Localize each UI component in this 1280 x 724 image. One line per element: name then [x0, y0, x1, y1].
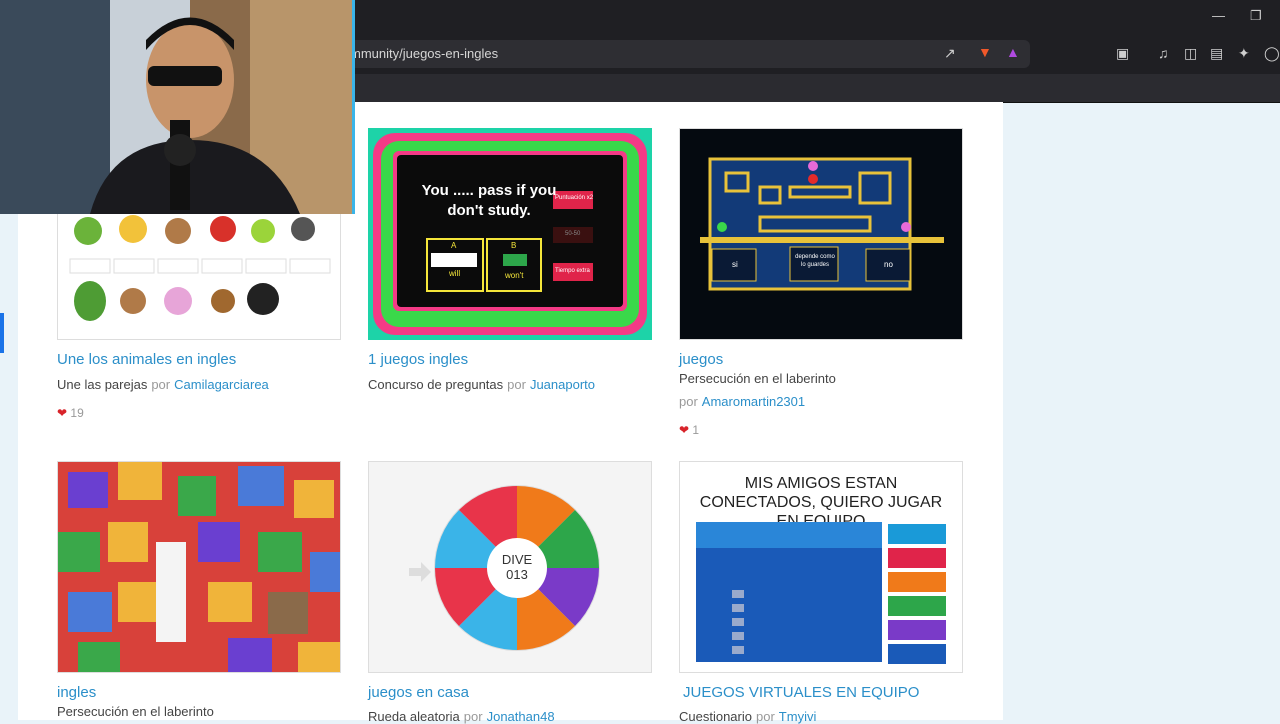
option-a-text: will	[449, 269, 461, 278]
share-icon[interactable]: ↗	[944, 45, 956, 62]
restore-icon[interactable]: ❐	[1250, 8, 1262, 24]
card-template: Une las parejas	[57, 377, 148, 392]
by-label: por	[679, 394, 698, 409]
card-subtitle: Cuestionario por Tmyivi	[679, 709, 816, 724]
card-template: Persecución en el laberinto	[57, 704, 214, 719]
card-thumbnail-team[interactable]: MIS AMIGOS ESTAN CONECTADOS, QUIERO JUGA…	[679, 461, 963, 673]
option-a-letter: A	[451, 241, 457, 250]
url-text: mmunity/juegos-en-ingles	[350, 46, 499, 61]
maze-box-3: no	[884, 260, 893, 269]
heart-icon: ❤	[679, 423, 690, 437]
powerup-3: Tiempo extra	[555, 268, 590, 274]
by-label: por	[151, 377, 171, 392]
card-subtitle: Concurso de preguntas por Juanaporto	[368, 377, 595, 392]
webcam-overlay	[0, 0, 355, 214]
wheel-center-text: DIVE 013	[501, 552, 533, 582]
heart-icon: ❤	[57, 406, 68, 420]
card-title[interactable]: JUEGOS VIRTUALES EN EQUIPO	[683, 684, 919, 701]
option-b-letter: B	[511, 241, 517, 250]
card-author[interactable]: Tmyivi	[779, 709, 817, 724]
minimize-icon[interactable]: —	[1212, 8, 1225, 23]
maze-box-2: depende como lo guardes	[795, 254, 835, 268]
music-icon[interactable]: ♫	[1158, 45, 1169, 61]
card-subtitle: Une las parejas por Camilagarciarea	[57, 377, 269, 392]
card-template: Rueda aleatoria	[368, 709, 460, 724]
card-thumbnail-wheel[interactable]: DIVE 013	[368, 461, 652, 673]
card-template: Persecución en el laberinto	[679, 371, 836, 386]
card-thumbnail-quiz[interactable]: You ..... pass if you don't study. A B w…	[368, 128, 652, 340]
card-title[interactable]: Une los animales en ingles	[57, 351, 236, 368]
card-author[interactable]: Juanaporto	[530, 377, 595, 392]
by-label: por	[463, 709, 483, 724]
option-b-text: won't	[505, 271, 524, 280]
leo-icon[interactable]: ✦	[1238, 45, 1250, 62]
card-title[interactable]: ingles	[57, 684, 96, 701]
card-author[interactable]: Jonathan48	[487, 709, 555, 724]
card-thumbnail-gifts[interactable]	[57, 461, 341, 673]
wallet-icon[interactable]: ▤	[1210, 45, 1223, 62]
card-template: Cuestionario	[679, 709, 752, 724]
side-tab-indicator	[0, 313, 4, 353]
likes-count: ❤ 1	[679, 423, 700, 437]
powerup-2: 50-50	[565, 231, 581, 237]
card-author[interactable]: Camilagarciarea	[174, 377, 269, 392]
brave-shield-icon[interactable]: ▼	[978, 44, 992, 60]
card-byline: por Amaromartin2301	[679, 394, 805, 409]
rewards-icon[interactable]: ▲	[1006, 44, 1020, 60]
likes-count: ❤ 19	[57, 406, 84, 420]
powerup-1: Puntuación x2	[555, 195, 594, 201]
by-label: por	[507, 377, 526, 392]
card-author[interactable]: Amaromartin2301	[702, 394, 805, 409]
card-title[interactable]: juegos	[679, 351, 723, 368]
card-title[interactable]: 1 juegos ingles	[368, 351, 468, 368]
by-label: por	[756, 709, 775, 724]
card-subtitle: Rueda aleatoria por Jonathan48	[368, 709, 555, 724]
maze-box-1: si	[732, 260, 738, 269]
vpn-icon[interactable]: ◯	[1264, 45, 1280, 62]
card-thumbnail-maze[interactable]: si depende como lo guardes no	[679, 128, 963, 340]
card-template: Concurso de preguntas	[368, 377, 504, 392]
quiz-question: You ..... pass if you don't study.	[421, 182, 557, 219]
reader-icon[interactable]: ▣	[1116, 45, 1129, 62]
card-title[interactable]: juegos en casa	[368, 684, 469, 701]
sidebar-icon[interactable]: ◫	[1184, 45, 1197, 62]
